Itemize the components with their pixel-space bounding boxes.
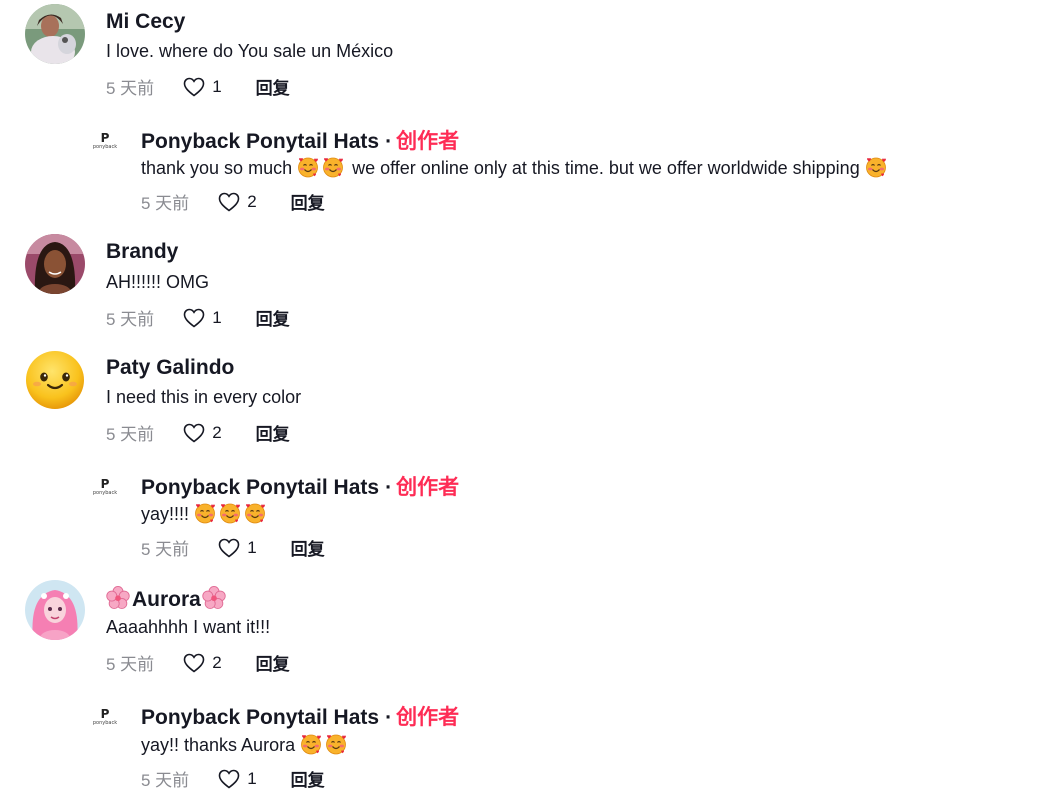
smiling-face-with-hearts-emoji (297, 156, 319, 178)
like-button[interactable]: 1 (217, 767, 257, 791)
heart-outline-icon (217, 536, 241, 560)
heart-outline-icon (182, 75, 206, 99)
comment-meta: 5 天前 1 回复 (106, 305, 290, 330)
comment-time: 5 天前 (141, 771, 190, 790)
comment-meta: 5 天前 2 回复 (141, 189, 325, 214)
slightly-smiling-face-emoji (26, 351, 84, 409)
comment-meta: 5 天前 1 回复 (141, 535, 325, 560)
comment-meta: 5 天前 1 回复 (141, 766, 325, 791)
avatar[interactable]: P ponyback (90, 702, 120, 732)
avatar[interactable]: P ponyback (90, 472, 120, 502)
comment-username[interactable]: Ponyback Ponytail Hats · 创作者 (141, 701, 459, 731)
avatar[interactable] (25, 580, 85, 640)
smiling-face-with-hearts-emoji (865, 156, 887, 178)
comment-meta: 5 天前 2 回复 (106, 420, 290, 445)
cherry-blossom-emoji (202, 586, 226, 610)
text-part: yay!!!! (141, 504, 195, 524)
comment-username[interactable]: Aurora (106, 586, 229, 612)
reply-button[interactable]: 回复 (256, 305, 290, 330)
comment-time: 5 天前 (141, 194, 190, 213)
heart-outline-icon (182, 421, 206, 445)
comment-text: I love. where do You sale un México (106, 41, 394, 61)
smiling-face-with-hearts-emoji (300, 733, 322, 755)
comment-text: yay!!!! (141, 502, 269, 525)
avatar-photo-icon (25, 580, 85, 640)
heart-outline-icon (217, 767, 241, 791)
like-count: 1 (247, 537, 257, 557)
separator-dot: · (385, 130, 393, 153)
like-button[interactable]: 1 (182, 75, 222, 99)
like-button[interactable]: 1 (182, 306, 222, 330)
ponyback-logo-icon: P (100, 476, 110, 491)
like-button[interactable]: 2 (217, 190, 257, 214)
comment-time: 5 天前 (106, 79, 155, 98)
smiling-face-with-hearts-emoji (325, 733, 347, 755)
separator-dot: · (385, 706, 393, 729)
like-button[interactable]: 2 (182, 421, 222, 445)
username-label: Ponyback Ponytail Hats (141, 130, 380, 153)
comment-username[interactable]: Brandy (106, 240, 178, 264)
comment-username[interactable]: Paty Galindo (106, 356, 234, 380)
comment-time: 5 天前 (106, 425, 155, 444)
avatar-photo-icon (25, 234, 85, 294)
like-count: 1 (247, 768, 257, 788)
avatar[interactable] (25, 350, 85, 410)
text-part: yay!! thanks Aurora (141, 735, 301, 755)
smiling-face-with-hearts-emoji (244, 502, 266, 524)
text-part: thank you so much (141, 158, 298, 178)
comment-text: yay!! thanks Aurora (141, 733, 350, 756)
comment-username[interactable]: Ponyback Ponytail Hats · 创作者 (141, 471, 459, 501)
ponyback-logo-icon: P (100, 130, 110, 145)
avatar[interactable] (25, 234, 85, 294)
reply-button[interactable]: 回复 (291, 535, 325, 560)
reply-button[interactable]: 回复 (256, 420, 290, 445)
reply-button[interactable]: 回复 (291, 189, 325, 214)
logo-wordmark: ponyback (92, 143, 118, 150)
comment-text: AH!!!!!! OMG (106, 272, 210, 292)
logo-wordmark: ponyback (92, 489, 118, 496)
like-count: 1 (212, 76, 222, 96)
comment-text: thank you so much we offer online only a… (141, 156, 890, 179)
like-button[interactable]: 1 (217, 536, 257, 560)
reply-button[interactable]: 回复 (256, 650, 290, 675)
like-button[interactable]: 2 (182, 651, 222, 675)
ponyback-logo-icon: P (100, 706, 110, 721)
logo-wordmark: ponyback (92, 719, 118, 726)
creator-badge: 创作者 (396, 476, 460, 499)
heart-outline-icon (217, 190, 241, 214)
like-count: 2 (212, 652, 222, 672)
separator-dot: · (385, 476, 393, 499)
smiling-face-with-hearts-emoji (219, 502, 241, 524)
comment-username[interactable]: Ponyback Ponytail Hats · 创作者 (141, 125, 459, 155)
comment-username[interactable]: Mi Cecy (106, 10, 185, 34)
avatar[interactable] (25, 4, 85, 64)
heart-outline-icon (182, 306, 206, 330)
creator-badge: 创作者 (396, 706, 460, 729)
comment-meta: 5 天前 2 回复 (106, 650, 290, 675)
reply-button[interactable]: 回复 (256, 74, 290, 99)
comment-meta: 5 天前 1 回复 (106, 74, 290, 99)
reply-button[interactable]: 回复 (291, 766, 325, 791)
comment-text: I need this in every color (106, 387, 302, 407)
avatar[interactable]: P ponyback (90, 126, 120, 156)
comment-time: 5 天前 (106, 655, 155, 674)
like-count: 1 (212, 307, 222, 327)
avatar-photo-icon (25, 4, 85, 64)
smiling-face-with-hearts-emoji (322, 156, 344, 178)
username-label: Ponyback Ponytail Hats (141, 706, 380, 729)
smiling-face-with-hearts-emoji (194, 502, 216, 524)
username-label: Ponyback Ponytail Hats (141, 476, 380, 499)
heart-outline-icon (182, 651, 206, 675)
like-count: 2 (212, 422, 222, 442)
comment-text: Aaaahhhh I want it!!! (106, 617, 271, 637)
comment-time: 5 天前 (106, 310, 155, 329)
like-count: 2 (247, 191, 257, 211)
comment-time: 5 天前 (141, 540, 190, 559)
cherry-blossom-emoji (106, 586, 130, 610)
text-part: we offer online only at this time. but w… (347, 158, 865, 178)
username-label: Aurora (132, 588, 201, 611)
creator-badge: 创作者 (396, 130, 460, 153)
